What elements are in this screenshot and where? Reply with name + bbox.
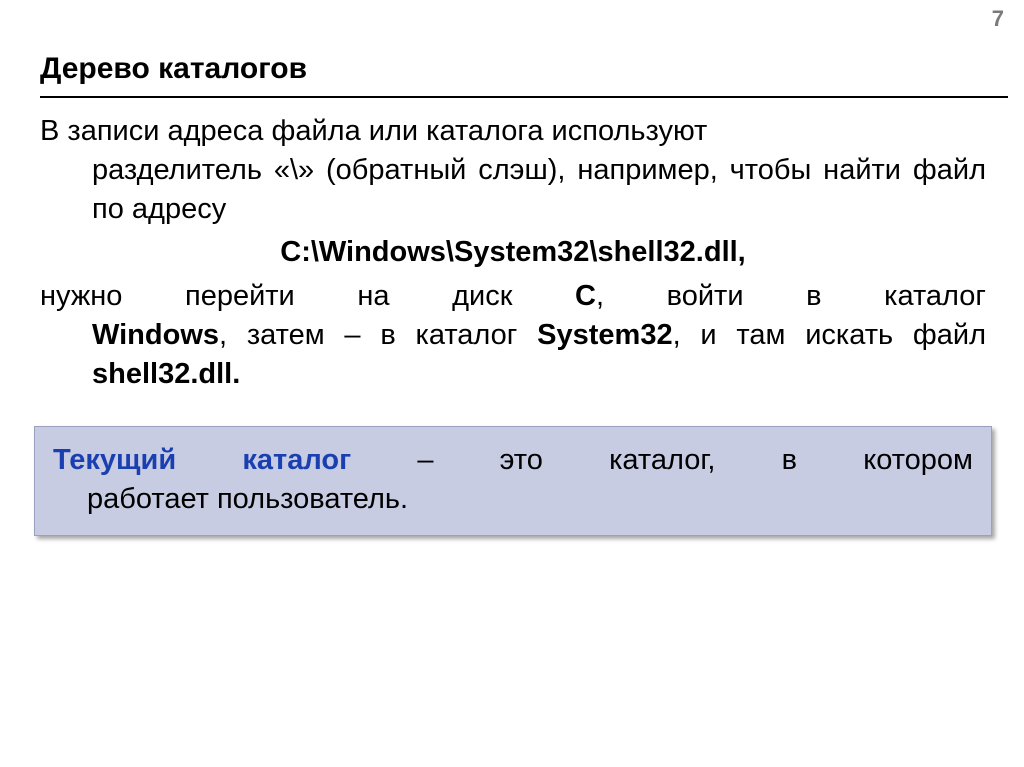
callout-term: Текущий каталог — [53, 444, 351, 476]
slide: 7 Дерево каталогов В записи адреса файла… — [0, 0, 1024, 767]
p2-mid2: , и там искать файл — [673, 319, 986, 351]
p2-mid1: , затем – в каталог — [219, 319, 537, 351]
body-text: В записи адреса файла или каталога испол… — [40, 112, 986, 394]
paragraph-1: В записи адреса файла или каталога испол… — [40, 112, 986, 229]
callout-line1: Текущий каталог – это каталог, в котором — [53, 441, 973, 480]
p2-rest: Windows, затем – в каталог System32, и т… — [40, 316, 986, 394]
file-path: С:\Windows\System32\shell32.dll, — [40, 233, 986, 272]
callout-line1-rest: – это каталог, в котором — [351, 444, 973, 476]
p2-shell: shell32.dll. — [92, 358, 240, 390]
page-number: 7 — [992, 6, 1004, 32]
p2-line1: нужно перейти на диск С, войти в каталог — [40, 277, 986, 316]
p2-lead: нужно перейти на диск — [40, 280, 575, 312]
slide-title: Дерево каталогов — [40, 52, 307, 86]
p2-after-c: , войти в каталог — [596, 280, 986, 312]
callout-line2: работает пользователь. — [53, 480, 973, 519]
p2-c: С — [575, 280, 596, 312]
definition-callout: Текущий каталог – это каталог, в котором… — [34, 426, 992, 536]
title-underline — [40, 96, 1008, 98]
p2-windows: Windows — [92, 319, 219, 351]
p1-line1: В записи адреса файла или каталога испол… — [40, 115, 707, 147]
p1-rest: разделитель «\» (обратный слэш), наприме… — [40, 151, 986, 229]
p2-system32: System32 — [537, 319, 672, 351]
